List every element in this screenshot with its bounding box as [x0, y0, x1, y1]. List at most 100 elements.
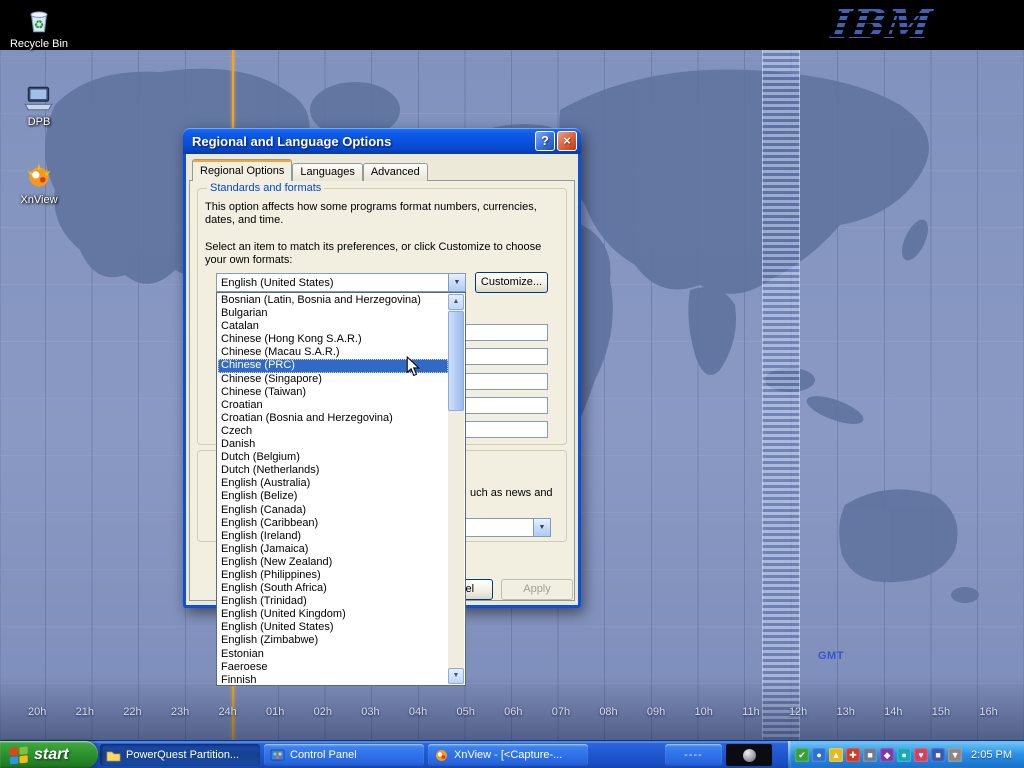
hour-label: 07h	[552, 706, 570, 718]
hour-label: 24h	[218, 706, 236, 718]
laptop-icon	[23, 82, 55, 114]
regional-language-options-dialog: Regional and Language Options ? × Region…	[183, 128, 581, 608]
scroll-down-arrow-icon[interactable]: ▼	[448, 668, 464, 684]
locale-list-item[interactable]: Faeroese	[218, 661, 448, 674]
desktop-icon-label: DPB	[26, 116, 53, 128]
hour-label: 12h	[789, 706, 807, 718]
start-button[interactable]: start	[0, 741, 98, 768]
task-label: Control Panel	[290, 749, 357, 761]
combobox-dropdown-arrow-icon[interactable]: ▼	[533, 519, 550, 536]
hour-label: 21h	[76, 706, 94, 718]
tray-icon[interactable]: ▲	[829, 748, 843, 762]
taskbar-overflow-button[interactable]: ----	[665, 744, 722, 766]
tray-icon[interactable]: ●	[812, 748, 826, 762]
locale-list-item[interactable]: Croatian (Bosnia and Herzegovina)	[218, 412, 448, 425]
desktop-screen: GMT 20h21h22h23h24h01h02h03h04h05h06h07h…	[0, 0, 1024, 768]
date-line-band	[762, 50, 800, 740]
ibm-logo: IBM	[829, 2, 935, 48]
locale-list-item[interactable]: English (Trinidad)	[218, 595, 448, 608]
combobox-dropdown-arrow-icon[interactable]: ▼	[448, 274, 465, 291]
apply-button[interactable]: Apply	[501, 579, 573, 600]
locale-list-item[interactable]: Estonian	[218, 648, 448, 661]
locale-list-item[interactable]: English (Jamaica)	[218, 543, 448, 556]
locale-list-item[interactable]: English (Ireland)	[218, 530, 448, 543]
taskbar-task-control-panel[interactable]: Control Panel	[264, 744, 424, 766]
tray-icon[interactable]: ✚	[846, 748, 860, 762]
scrollbar-thumb[interactable]	[448, 311, 464, 411]
hour-label: 20h	[28, 706, 46, 718]
locale-list-item[interactable]: English (New Zealand)	[218, 556, 448, 569]
hour-label: 15h	[932, 706, 950, 718]
locale-list-item[interactable]: Dutch (Netherlands)	[218, 464, 448, 477]
locale-dropdown-list: Bosnian (Latin, Bosnia and Herzegovina)B…	[216, 292, 466, 686]
hour-labels: 20h21h22h23h24h01h02h03h04h05h06h07h08h0…	[28, 706, 998, 718]
location-text-fragment: uch as news and	[470, 487, 565, 500]
xnview-icon	[23, 160, 55, 192]
tray-icon[interactable]: ■	[931, 748, 945, 762]
desktop-icon-dpb[interactable]: DPB	[6, 82, 72, 128]
hour-label: 14h	[884, 706, 902, 718]
locale-list-item[interactable]: Chinese (Hong Kong S.A.R.)	[218, 333, 448, 346]
hour-label: 23h	[171, 706, 189, 718]
desktop-icon-label: Recycle Bin	[8, 38, 70, 50]
locale-list-item[interactable]: English (Zimbabwe)	[218, 634, 448, 647]
locale-list-item[interactable]: Catalan	[218, 320, 448, 333]
desktop-icon-label: XnView	[18, 194, 59, 206]
locale-list-item[interactable]: Finnish	[218, 674, 448, 684]
scroll-up-arrow-icon[interactable]: ▲	[448, 294, 464, 310]
tray-icon[interactable]: ♥	[914, 748, 928, 762]
task-label: XnView - [<Capture-...	[454, 749, 562, 761]
locale-list-item[interactable]: Bosnian (Latin, Bosnia and Herzegovina)	[218, 294, 448, 307]
tab[interactable]: Languages	[292, 163, 362, 181]
locale-combobox[interactable]: English (United States) ▼	[216, 273, 466, 292]
gmt-label: GMT	[818, 650, 844, 662]
list-scrollbar[interactable]: ▲ ▼	[448, 294, 464, 684]
tab[interactable]: Regional Options	[192, 159, 292, 181]
desktop-icon-xnview[interactable]: XnView	[6, 160, 72, 206]
locale-list-item[interactable]: Danish	[218, 438, 448, 451]
dialog-titlebar[interactable]: Regional and Language Options	[183, 128, 581, 154]
locale-list-item[interactable]: English (South Africa)	[218, 582, 448, 595]
locale-list-items: Bosnian (Latin, Bosnia and Herzegovina)B…	[218, 294, 448, 684]
task-label: PowerQuest Partition...	[126, 749, 239, 761]
tray-icon[interactable]: ▼	[948, 748, 962, 762]
locale-list-item[interactable]: English (Philippines)	[218, 569, 448, 582]
help-button[interactable]: ?	[535, 131, 555, 151]
hour-label: 04h	[409, 706, 427, 718]
locale-list-item[interactable]: Chinese (Taiwan)	[218, 386, 448, 399]
tray-icon[interactable]: ■	[863, 748, 877, 762]
locale-list-item[interactable]: Croatian	[218, 399, 448, 412]
tray-icons: ✔●▲✚■◆●♥■▼	[795, 748, 962, 762]
taskbar-clock[interactable]: 2:05 PM	[971, 749, 1012, 761]
locale-list-item[interactable]: Czech	[218, 425, 448, 438]
titlebar-buttons: ? ×	[535, 131, 577, 151]
tab[interactable]: Advanced	[363, 163, 428, 181]
locale-list-item[interactable]: English (United States)	[218, 621, 448, 634]
hour-label: 10h	[695, 706, 713, 718]
svg-text:♻: ♻	[34, 19, 45, 32]
taskbar-task-xnview[interactable]: XnView - [<Capture-...	[428, 744, 588, 766]
locale-list-item[interactable]: Bulgarian	[218, 307, 448, 320]
hour-label: 05h	[456, 706, 474, 718]
tray-icon[interactable]: ●	[897, 748, 911, 762]
taskbar-task-powerquest[interactable]: PowerQuest Partition...	[100, 744, 260, 766]
tab-strip: Regional OptionsLanguagesAdvanced	[192, 159, 428, 181]
mouse-cursor	[406, 356, 420, 378]
hour-label: 03h	[361, 706, 379, 718]
desktop-icon-recycle-bin[interactable]: ♻ Recycle Bin	[6, 4, 72, 50]
locale-list-item[interactable]: Dutch (Belgium)	[218, 451, 448, 464]
tray-icon[interactable]: ◆	[880, 748, 894, 762]
customize-button[interactable]: Customize...	[475, 272, 548, 293]
locale-list-item[interactable]: English (Australia)	[218, 477, 448, 490]
hour-label: 11h	[742, 706, 760, 718]
locale-list-item[interactable]: English (Belize)	[218, 490, 448, 503]
recycle-bin-icon: ♻	[23, 4, 55, 36]
locale-list-item[interactable]: English (Caribbean)	[218, 517, 448, 530]
locale-list-item[interactable]: English (Canada)	[218, 504, 448, 517]
close-button[interactable]: ×	[557, 131, 577, 151]
locale-list-item[interactable]: English (United Kingdom)	[218, 608, 448, 621]
hour-label: 02h	[314, 706, 332, 718]
tray-icon[interactable]: ✔	[795, 748, 809, 762]
taskbar-dark-app-button[interactable]	[726, 744, 772, 766]
top-strip: IBM	[0, 0, 1024, 50]
